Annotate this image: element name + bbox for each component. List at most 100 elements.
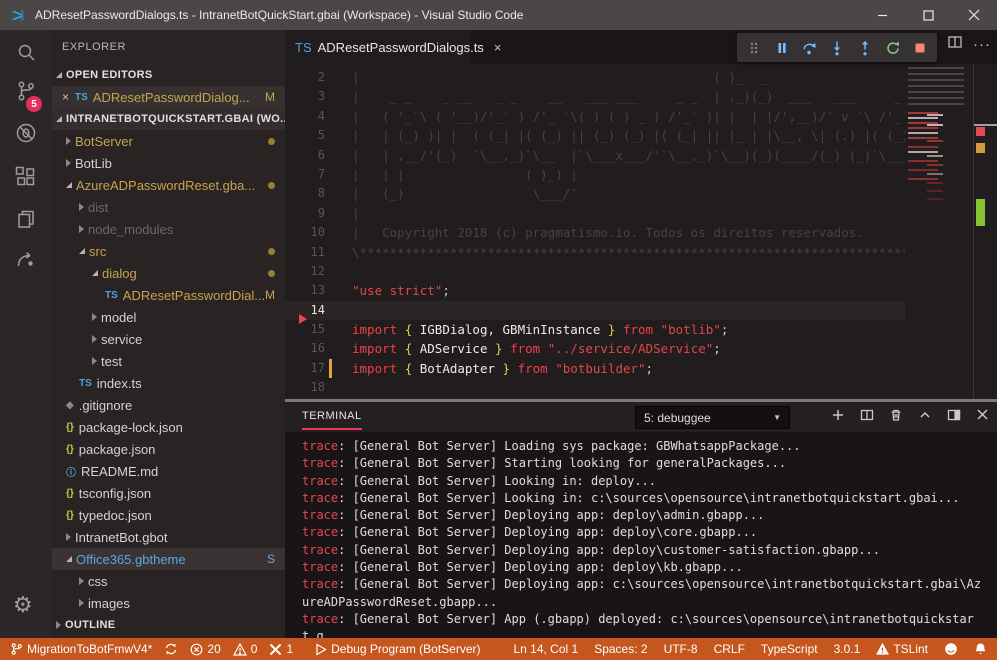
overview-ruler[interactable] bbox=[973, 64, 997, 399]
more-actions-icon[interactable]: ··· bbox=[973, 36, 991, 53]
ts-version-item[interactable]: 3.0.1 bbox=[834, 642, 861, 656]
errors-item[interactable]: 20 bbox=[190, 642, 220, 656]
code-line-4[interactable]: 4| ( '_`\ ( '__)/'_` ) /'_ `\( ) ( ) _ )… bbox=[285, 107, 905, 126]
tslint-item[interactable]: TSLint bbox=[876, 642, 928, 656]
tree-item[interactable]: {}package-lock.json bbox=[52, 416, 285, 438]
tree-item[interactable]: node_modules bbox=[52, 218, 285, 240]
code-line-2[interactable]: 2| ( )_ _ bbox=[285, 68, 905, 87]
tree-section-intranetbotquickstart-gbai-wo-[interactable]: INTRANETBOTQUICKSTART.GBAI (WO... bbox=[52, 108, 285, 130]
code-line-8[interactable]: 8| (_) \___/' bbox=[285, 184, 905, 203]
tab-terminal[interactable]: TERMINAL bbox=[302, 410, 362, 424]
code-line-17[interactable]: 17import { BotAdapter } from "botbuilder… bbox=[285, 359, 905, 378]
tools-item[interactable]: 1 bbox=[269, 642, 293, 656]
new-terminal-icon[interactable] bbox=[831, 408, 845, 427]
tree-item[interactable]: dist bbox=[52, 196, 285, 218]
code-line-10[interactable]: 10| Copyright 2018 (c) pragmatismo.io. T… bbox=[285, 223, 905, 242]
minimap[interactable] bbox=[905, 64, 973, 399]
search-icon[interactable] bbox=[14, 41, 38, 65]
restart-button[interactable] bbox=[882, 37, 904, 59]
terminal-select[interactable]: 5: debuggee ▼ bbox=[635, 406, 790, 429]
terminal-line: trace: [General Bot Server] App (.gbapp)… bbox=[302, 611, 987, 638]
modified-line-gutter-marker bbox=[329, 359, 332, 378]
tree-section-outline[interactable]: OUTLINE bbox=[52, 614, 285, 636]
step-into-button[interactable] bbox=[826, 37, 848, 59]
warnings-item[interactable]: 0 bbox=[233, 642, 258, 656]
close-panel-icon[interactable] bbox=[976, 408, 989, 426]
tree-item[interactable]: BotServer bbox=[52, 130, 285, 152]
language-mode-item[interactable]: TypeScript bbox=[761, 642, 818, 656]
code-lines: 2| ( )_ _3| _ _ _ __ _ _ __ ___ ___ _ _ … bbox=[285, 64, 905, 399]
code-line-11[interactable]: 11\*************************************… bbox=[285, 243, 905, 262]
terminal-line: trace: [General Bot Server] Starting loo… bbox=[302, 455, 987, 472]
eol-item[interactable]: CRLF bbox=[714, 642, 745, 656]
tree-item[interactable]: css bbox=[52, 570, 285, 592]
code-line-16[interactable]: 16import { ADService } from "../service/… bbox=[285, 339, 905, 358]
tree-item[interactable]: AzureADPasswordReset.gba... bbox=[52, 174, 285, 196]
tree-item[interactable]: TSindex.ts bbox=[52, 372, 285, 394]
close-button[interactable] bbox=[951, 0, 997, 30]
tree-item[interactable]: dialog bbox=[52, 262, 285, 284]
maximize-panel-icon[interactable] bbox=[918, 408, 932, 427]
code-line-6[interactable]: 6| | ,__/'(_) `\__,_)`\__ |`\___x___/'`\… bbox=[285, 146, 905, 165]
tree-item[interactable]: IntranetBot.gbot bbox=[52, 526, 285, 548]
sync-icon[interactable] bbox=[164, 642, 178, 656]
tree-item[interactable]: {}tsconfig.json bbox=[52, 482, 285, 504]
code-line-5[interactable]: 5| | (_) )| | ( (_| |( (_) || (_) (_) |(… bbox=[285, 126, 905, 145]
extensions-icon[interactable] bbox=[14, 165, 38, 189]
tree-item[interactable]: model bbox=[52, 306, 285, 328]
pause-button[interactable] bbox=[771, 37, 793, 59]
code-line-9[interactable]: 9| bbox=[285, 204, 905, 223]
debug-toolbar bbox=[737, 33, 937, 62]
split-editor-icon[interactable] bbox=[947, 34, 963, 55]
tab-adresetpassworddialogs[interactable]: TS ADResetPasswordDialogs.ts × bbox=[285, 30, 470, 64]
maximize-button[interactable] bbox=[905, 0, 951, 30]
tab-close-icon[interactable]: × bbox=[494, 40, 502, 55]
kill-terminal-icon[interactable] bbox=[889, 408, 903, 427]
stop-button[interactable] bbox=[909, 37, 931, 59]
settings-gear-icon[interactable]: ⚙ bbox=[13, 595, 33, 617]
modified-dot bbox=[268, 138, 275, 145]
tree-item[interactable]: ⓘREADME.md bbox=[52, 460, 285, 482]
code-line-15[interactable]: 15import { IGBDialog, GBMinInstance } fr… bbox=[285, 320, 905, 339]
modified-dot bbox=[268, 248, 275, 255]
tree-item[interactable]: BotLib bbox=[52, 152, 285, 174]
tree-item[interactable]: src bbox=[52, 240, 285, 262]
tree-item[interactable]: {}typedoc.json bbox=[52, 504, 285, 526]
tree-item[interactable]: ◆.gitignore bbox=[52, 394, 285, 416]
toggle-panel-icon[interactable] bbox=[947, 408, 961, 427]
step-over-button[interactable] bbox=[798, 37, 820, 59]
code-line-12[interactable]: 12 bbox=[285, 262, 905, 281]
tree-item[interactable]: images bbox=[52, 592, 285, 614]
tab-strip: TS ADResetPasswordDialogs.ts × bbox=[285, 30, 997, 64]
open-editor-item[interactable]: ×TSADResetPasswordDialog...M bbox=[52, 86, 285, 108]
feedback-smiley-icon[interactable] bbox=[944, 642, 958, 656]
indentation-item[interactable]: Spaces: 2 bbox=[594, 642, 647, 656]
tree-item[interactable]: service bbox=[52, 328, 285, 350]
tree-item[interactable]: test bbox=[52, 350, 285, 372]
code-editor[interactable]: 2| ( )_ _3| _ _ _ __ _ _ __ ___ ___ _ _ … bbox=[285, 64, 997, 399]
files-icon[interactable] bbox=[14, 207, 38, 231]
terminal-line: trace: [General Bot Server] Looking in: … bbox=[302, 490, 987, 507]
code-line-3[interactable]: 3| _ _ _ __ _ _ __ ___ ___ _ _ | ,_)(_) … bbox=[285, 87, 905, 106]
toolbar-drag-handle[interactable] bbox=[743, 37, 765, 59]
git-branch-item[interactable]: MigrationToBotFmwV4* bbox=[10, 642, 152, 656]
debug-program-item[interactable]: Debug Program (BotServer) bbox=[315, 642, 480, 656]
encoding-item[interactable]: UTF-8 bbox=[664, 642, 698, 656]
step-out-button[interactable] bbox=[854, 37, 876, 59]
tree-section-open-editors[interactable]: OPEN EDITORS bbox=[52, 64, 285, 86]
split-terminal-icon[interactable] bbox=[860, 408, 874, 427]
share-icon[interactable] bbox=[14, 247, 38, 271]
debug-icon[interactable] bbox=[14, 121, 38, 145]
minimize-button[interactable] bbox=[859, 0, 905, 30]
cursor-position-item[interactable]: Ln 14, Col 1 bbox=[513, 642, 578, 656]
code-line-18[interactable]: 18 bbox=[285, 378, 905, 397]
tree-item[interactable]: TSADResetPasswordDial...M bbox=[52, 284, 285, 306]
explorer-header: EXPLORER bbox=[52, 30, 285, 64]
terminal-output[interactable]: trace: [General Bot Server] Loading sys … bbox=[285, 432, 997, 638]
notifications-bell-icon[interactable] bbox=[974, 642, 987, 656]
tree-item[interactable]: Office365.gbthemeS bbox=[52, 548, 285, 570]
code-line-13[interactable]: 13"use strict"; bbox=[285, 281, 905, 300]
code-line-14[interactable]: 14 bbox=[285, 301, 905, 320]
code-line-7[interactable]: 7| | | ( )_) | bbox=[285, 165, 905, 184]
tree-item[interactable]: {}package.json bbox=[52, 438, 285, 460]
